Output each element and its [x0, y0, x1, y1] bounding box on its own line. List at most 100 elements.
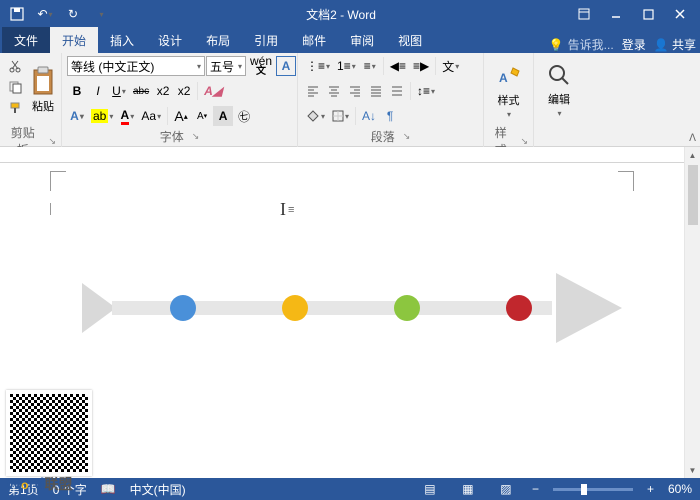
- dot-green[interactable]: [394, 295, 420, 321]
- char-border-button[interactable]: A: [276, 56, 296, 76]
- numbering-button[interactable]: 1≡▾: [334, 56, 359, 76]
- margin-corner-tr: [618, 171, 634, 191]
- font-family-value: 等线 (中文正文): [71, 58, 154, 75]
- bullets-button[interactable]: ⋮≡▾: [303, 56, 333, 76]
- paragraph-group-label: 段落: [371, 128, 395, 145]
- tab-layout[interactable]: 布局: [194, 27, 242, 53]
- strike-button[interactable]: abc: [130, 81, 152, 101]
- tab-view[interactable]: 视图: [386, 27, 434, 53]
- justify-button[interactable]: [366, 81, 386, 101]
- watermark: Word联盟: [6, 474, 72, 494]
- smartart-arrow[interactable]: [82, 273, 622, 343]
- qr-code: [6, 390, 92, 476]
- align-right-button[interactable]: [345, 81, 365, 101]
- tab-mailings[interactable]: 邮件: [290, 27, 338, 53]
- align-center-button[interactable]: [324, 81, 344, 101]
- change-case-button[interactable]: Aa▾: [138, 106, 164, 126]
- tab-design[interactable]: 设计: [146, 27, 194, 53]
- arrow-tail: [82, 283, 116, 333]
- dot-red[interactable]: [506, 295, 532, 321]
- dot-blue[interactable]: [170, 295, 196, 321]
- vertical-scrollbar[interactable]: ▲ ▼: [684, 147, 700, 478]
- tab-home[interactable]: 开始: [50, 27, 98, 53]
- tab-insert[interactable]: 插入: [98, 27, 146, 53]
- underline-label: U: [112, 84, 121, 98]
- tab-review[interactable]: 审阅: [338, 27, 386, 53]
- borders-button[interactable]: ▾: [329, 106, 352, 126]
- minimize-icon[interactable]: [600, 2, 632, 26]
- page: I≡: [32, 163, 652, 478]
- close-icon[interactable]: [664, 2, 696, 26]
- decrease-indent-button[interactable]: ◀≡: [387, 56, 409, 76]
- strike-label: abc: [133, 86, 149, 97]
- font-size-value: 五号: [210, 58, 234, 75]
- text-effect-button[interactable]: A▾: [67, 106, 87, 126]
- paste-button[interactable]: 粘贴: [28, 56, 58, 124]
- copy-button[interactable]: [5, 77, 25, 97]
- scroll-thumb[interactable]: [688, 165, 698, 225]
- char-shading-button[interactable]: A: [213, 106, 233, 126]
- zoom-out-icon[interactable]: −: [532, 482, 539, 496]
- align-left-button[interactable]: [303, 81, 323, 101]
- styles-button[interactable]: A 样式▾: [489, 56, 528, 124]
- styles-icon: A: [495, 62, 523, 90]
- print-layout-icon[interactable]: ▦: [456, 480, 480, 498]
- superscript-button[interactable]: x2: [174, 81, 194, 101]
- multilevel-button[interactable]: ≡▾: [360, 56, 380, 76]
- tab-file[interactable]: 文件: [2, 27, 50, 53]
- clipboard-launcher-icon[interactable]: ↘: [48, 136, 56, 147]
- collapse-ribbon-icon[interactable]: ᐱ: [689, 133, 696, 144]
- increase-indent-button[interactable]: ≡▶: [410, 56, 432, 76]
- font-size-combo[interactable]: 五号▾: [206, 56, 246, 76]
- spellcheck-icon[interactable]: 📖: [101, 482, 116, 496]
- underline-button[interactable]: U▾: [109, 81, 129, 101]
- enclose-char-button[interactable]: ㊆: [234, 106, 254, 126]
- tell-me[interactable]: 💡 告诉我...: [549, 36, 614, 53]
- horizontal-ruler[interactable]: [0, 147, 700, 163]
- highlight-button[interactable]: ab▾: [88, 106, 116, 126]
- login-link[interactable]: 登录: [622, 36, 646, 53]
- font-launcher-icon[interactable]: ↘: [192, 131, 200, 142]
- zoom-slider-thumb[interactable]: [581, 484, 587, 495]
- maximize-icon[interactable]: [632, 2, 664, 26]
- zoom-level[interactable]: 60%: [668, 482, 692, 496]
- web-layout-icon[interactable]: ▨: [494, 480, 518, 498]
- show-marks-button[interactable]: ¶: [380, 106, 400, 126]
- shrink-font-button[interactable]: A▾: [192, 106, 212, 126]
- cut-button[interactable]: [5, 56, 25, 76]
- grow-font-button[interactable]: A▴: [171, 106, 191, 126]
- paragraph-launcher-icon[interactable]: ↘: [403, 131, 411, 142]
- clear-format-button[interactable]: A◢: [201, 81, 225, 101]
- editing-button[interactable]: 编辑▾: [539, 56, 579, 124]
- subscript-button[interactable]: x2: [153, 81, 173, 101]
- margin-corner-tl: [50, 171, 66, 191]
- zoom-in-icon[interactable]: +: [647, 482, 654, 496]
- scroll-up-icon[interactable]: ▲: [685, 147, 700, 163]
- text-direction-button[interactable]: 文▾: [439, 56, 462, 76]
- styles-launcher-icon[interactable]: ↘: [520, 136, 528, 147]
- italic-label: I: [96, 84, 99, 98]
- font-family-combo[interactable]: 等线 (中文正文)▾: [67, 56, 205, 76]
- dot-yellow[interactable]: [282, 295, 308, 321]
- scroll-down-icon[interactable]: ▼: [685, 462, 700, 478]
- bold-button[interactable]: B: [67, 81, 87, 101]
- redo-icon[interactable]: ↻: [60, 2, 86, 26]
- share-button[interactable]: 👤 共享: [654, 36, 696, 53]
- font-color-button[interactable]: A▾: [117, 106, 137, 126]
- language[interactable]: 中文(中国): [130, 481, 186, 498]
- italic-button[interactable]: I: [88, 81, 108, 101]
- qat-customize-icon[interactable]: ▾: [88, 2, 114, 26]
- sort-button[interactable]: A↓: [359, 106, 379, 126]
- zoom-slider[interactable]: [553, 488, 633, 491]
- phonetic-guide-button[interactable]: wén文: [247, 56, 275, 76]
- ribbon-options-icon[interactable]: [568, 2, 600, 26]
- shading-button[interactable]: ▾: [303, 106, 328, 126]
- tab-references[interactable]: 引用: [242, 27, 290, 53]
- document-area[interactable]: I≡: [0, 163, 684, 478]
- format-painter-button[interactable]: [5, 98, 25, 118]
- undo-icon[interactable]: ↶▾: [32, 2, 58, 26]
- read-mode-icon[interactable]: ▤: [418, 480, 442, 498]
- save-icon[interactable]: [4, 2, 30, 26]
- distribute-button[interactable]: [387, 81, 407, 101]
- line-spacing-button[interactable]: ↕≡▾: [414, 81, 438, 101]
